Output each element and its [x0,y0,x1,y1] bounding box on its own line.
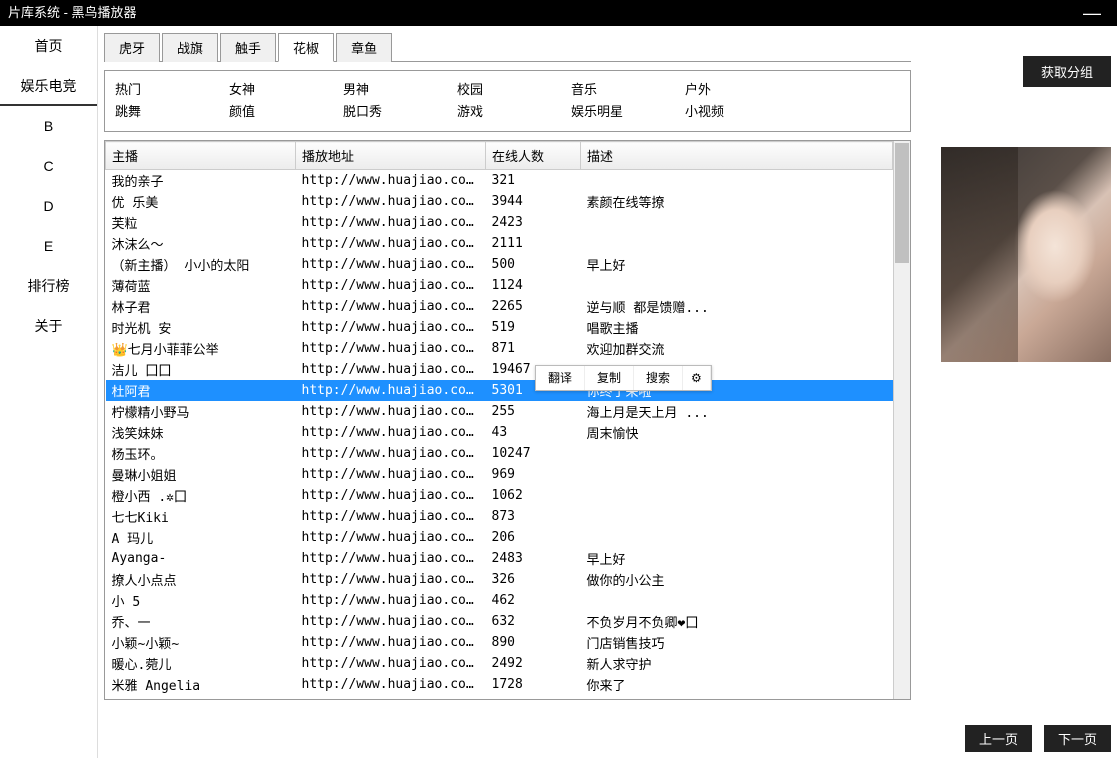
ctx-搜索[interactable]: 搜索 [634,366,683,390]
table-row[interactable]: 优 乐美http://www.huajiao.co...3944素颜在线等撩 [106,191,893,212]
table-row[interactable]: 小颖~小颖~http://www.huajiao.co...890门店销售技巧 [106,632,893,653]
tab-章鱼[interactable]: 章鱼 [336,33,392,62]
category-游戏[interactable]: 游戏 [457,101,571,123]
preview-thumbnail [941,147,1111,362]
table-row[interactable]: 👑七月小菲菲公举http://www.huajiao.co...871欢迎加群交… [106,338,893,359]
sidebar-item-2[interactable]: B [0,106,97,146]
sidebar-item-5[interactable]: E [0,226,97,266]
context-menu: 翻译复制搜索⚙ [535,365,712,391]
minimize-button[interactable]: — [1075,0,1109,26]
category-box: 热门女神男神校园音乐户外跳舞颜值脱口秀游戏娱乐明星小视频 [104,70,911,132]
table-row[interactable]: 柠檬精小野马http://www.huajiao.co...255海上月是天上月… [106,401,893,422]
table-row[interactable]: 曼琳小姐姐http://www.huajiao.co...969 [106,464,893,485]
table-row[interactable]: 时光机 安http://www.huajiao.co...519唱歌主播 [106,317,893,338]
category-颜值[interactable]: 颜值 [229,101,343,123]
col-header-0[interactable]: 主播 [106,142,296,170]
sidebar-item-6[interactable]: 排行榜 [0,266,97,306]
window-title: 片库系统 - 黑鸟播放器 [8,0,137,26]
table-row[interactable]: Ayanga-http://www.huajiao.co...2483早上好 [106,548,893,569]
table-row[interactable]: 暖心.菀儿http://www.huajiao.co...2492新人求守护 [106,653,893,674]
table-row[interactable]: 林子君http://www.huajiao.co...2265逆与顺 都是馈赠.… [106,296,893,317]
table-row[interactable]: 七七Kikihttp://www.huajiao.co...873 [106,506,893,527]
category-脱口秀[interactable]: 脱口秀 [343,101,457,123]
category-热门[interactable]: 热门 [115,79,229,101]
next-page-button[interactable]: 下一页 [1044,725,1111,752]
category-小视频[interactable]: 小视频 [685,101,799,123]
sidebar-item-1[interactable]: 娱乐电竞 [0,66,97,106]
prev-page-button[interactable]: 上一页 [965,725,1032,752]
ctx-复制[interactable]: 复制 [585,366,634,390]
sidebar: 首页娱乐电竞BCDE排行榜关于 [0,26,98,758]
category-音乐[interactable]: 音乐 [571,79,685,101]
table-row[interactable]: 杜阿君http://www.huajiao.co...5301你终于来啦 [106,380,893,401]
sidebar-item-4[interactable]: D [0,186,97,226]
table-row[interactable]: 芙粒http://www.huajiao.co...2423 [106,212,893,233]
category-男神[interactable]: 男神 [343,79,457,101]
table-row[interactable]: 浅笑妹妹http://www.huajiao.co...43周末愉快 [106,422,893,443]
table-row[interactable]: 我的亲子http://www.huajiao.co...321 [106,170,893,192]
table-row[interactable]: 撩人小点点http://www.huajiao.co...326做你的小公主 [106,569,893,590]
category-户外[interactable]: 户外 [685,79,799,101]
table-row[interactable]: 沐沫么～http://www.huajiao.co...2111 [106,233,893,254]
category-校园[interactable]: 校园 [457,79,571,101]
gear-icon[interactable]: ⚙ [683,366,711,390]
table-row[interactable]: 洁儿 囗囗http://www.huajiao.co...19467 [106,359,893,380]
sidebar-item-0[interactable]: 首页 [0,26,97,66]
table-row[interactable]: 乔、一http://www.huajiao.co...632不负岁月不负卿❤囗 [106,611,893,632]
tab-花椒[interactable]: 花椒 [278,33,334,62]
table-row[interactable]: 你的夏天.http://www.huajiao.co...630 [106,695,893,699]
category-跳舞[interactable]: 跳舞 [115,101,229,123]
get-group-button[interactable]: 获取分组 [1023,56,1111,87]
stream-table: 主播播放地址在线人数描述 我的亲子http://www.huajiao.co..… [104,140,911,700]
ctx-翻译[interactable]: 翻译 [536,366,585,390]
tabs: 虎牙战旗触手花椒章鱼 [104,32,911,62]
col-header-2[interactable]: 在线人数 [486,142,581,170]
category-女神[interactable]: 女神 [229,79,343,101]
table-row[interactable]: （新主播） 小小的太阳http://www.huajiao.co...500早上… [106,254,893,275]
col-header-3[interactable]: 描述 [581,142,893,170]
table-row[interactable]: 薄荷蓝http://www.huajiao.co...1124 [106,275,893,296]
col-header-1[interactable]: 播放地址 [296,142,486,170]
table-row[interactable]: A 玛儿http://www.huajiao.co...206 [106,527,893,548]
table-row[interactable]: 小 5http://www.huajiao.co...462 [106,590,893,611]
table-row[interactable]: 杨玉环。http://www.huajiao.co...10247 [106,443,893,464]
tab-战旗[interactable]: 战旗 [162,33,218,62]
scrollbar[interactable] [893,141,910,699]
sidebar-item-7[interactable]: 关于 [0,306,97,346]
tab-触手[interactable]: 触手 [220,33,276,62]
sidebar-item-3[interactable]: C [0,146,97,186]
table-row[interactable]: 橙小西 .✲囗http://www.huajiao.co...1062 [106,485,893,506]
tab-虎牙[interactable]: 虎牙 [104,33,160,62]
table-row[interactable]: 米雅 Angeliahttp://www.huajiao.co...1728你来… [106,674,893,695]
category-娱乐明星[interactable]: 娱乐明星 [571,101,685,123]
titlebar: 片库系统 - 黑鸟播放器 — [0,0,1117,26]
